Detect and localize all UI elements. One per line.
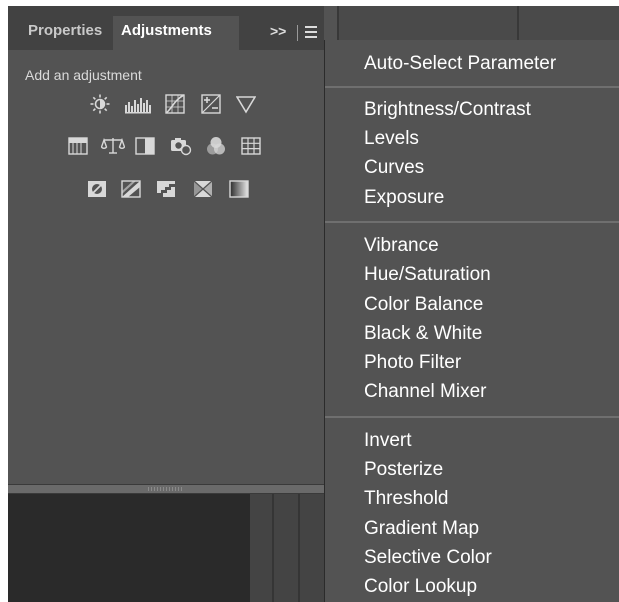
add-adjustment-hint: Add an adjustment (25, 67, 142, 83)
color-lookup-icon[interactable] (241, 136, 261, 156)
panel-tab-bar: Properties Adjustments >> (8, 6, 324, 50)
black-white-icon[interactable] (135, 136, 155, 156)
menu-item-threshold[interactable]: Threshold (364, 487, 449, 511)
curves-icon[interactable] (165, 94, 185, 114)
panel-menu-icon[interactable] (305, 26, 317, 38)
collapse-panel-button[interactable]: >> (270, 23, 286, 39)
hue-saturation-icon[interactable] (68, 136, 88, 156)
column-separator (298, 494, 300, 602)
color-balance-icon[interactable] (101, 136, 125, 156)
menu-separator (325, 221, 619, 223)
menu-item-exposure[interactable]: Exposure (364, 186, 444, 210)
brightness-contrast-icon[interactable] (90, 94, 110, 114)
strip-separator (337, 6, 339, 44)
photo-filter-icon[interactable] (170, 136, 192, 156)
menu-item-auto-select-parameter[interactable]: Auto-Select Parameter (364, 52, 556, 76)
levels-icon[interactable] (124, 94, 152, 114)
column-separator (272, 494, 274, 602)
tab-bar-separator (297, 25, 298, 41)
menu-item-photo-filter[interactable]: Photo Filter (364, 351, 461, 375)
menu-item-color-lookup[interactable]: Color Lookup (364, 575, 477, 599)
resize-grip-icon (148, 487, 184, 491)
menu-item-posterize[interactable]: Posterize (364, 458, 443, 482)
strip-separator (517, 6, 519, 44)
menu-separator (325, 416, 619, 418)
vibrance-icon[interactable] (236, 94, 256, 114)
menu-item-hue-saturation[interactable]: Hue/Saturation (364, 263, 491, 287)
panel-context-menu: Auto-Select Parameter Brightness/Contras… (324, 40, 619, 602)
menu-item-brightness-contrast[interactable]: Brightness/Contrast (364, 98, 531, 122)
menu-item-curves[interactable]: Curves (364, 156, 424, 180)
gradient-map-icon[interactable] (229, 179, 249, 199)
selective-color-icon[interactable] (193, 179, 213, 199)
layers-panel-area (8, 494, 250, 602)
tab-adjustments[interactable]: Adjustments (113, 16, 239, 50)
posterize-icon[interactable] (121, 179, 141, 199)
adjustments-panel: Properties Adjustments >> Add an adjustm… (8, 6, 324, 484)
menu-item-black-white[interactable]: Black & White (364, 322, 482, 346)
menu-item-channel-mixer[interactable]: Channel Mixer (364, 380, 487, 404)
menu-item-gradient-map[interactable]: Gradient Map (364, 517, 479, 541)
channel-mixer-icon[interactable] (206, 136, 226, 156)
menu-item-vibrance[interactable]: Vibrance (364, 234, 439, 258)
menu-item-color-balance[interactable]: Color Balance (364, 293, 483, 317)
threshold-icon[interactable] (156, 179, 176, 199)
menu-item-invert[interactable]: Invert (364, 429, 412, 453)
top-panel-strip (337, 6, 619, 44)
panel-resize-divider[interactable] (8, 484, 324, 494)
photoshop-workspace: Properties Adjustments >> Add an adjustm… (8, 6, 619, 602)
invert-icon[interactable] (87, 179, 107, 199)
menu-item-levels[interactable]: Levels (364, 127, 419, 151)
exposure-icon[interactable] (201, 94, 221, 114)
tab-properties[interactable]: Properties (20, 16, 110, 50)
menu-separator (325, 86, 619, 88)
menu-item-selective-color[interactable]: Selective Color (364, 546, 492, 570)
panel-gap (250, 494, 324, 602)
